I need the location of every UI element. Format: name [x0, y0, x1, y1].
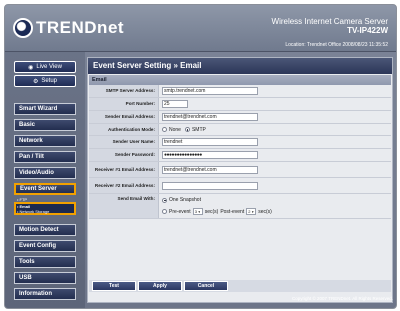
row-sender-user: Sender User Name: trendnet — [89, 136, 391, 149]
sidebar-item-motion-detect[interactable]: Motion Detect — [14, 224, 76, 236]
pre-post-event-option: Pre-event 3 ▼ sec(s) Post-event 2 ▼ sec(… — [162, 208, 272, 215]
smtp-server-cell: smtp.trendnet.com — [162, 85, 391, 97]
product-info: Wireless Internet Camera Server TV-IP422… — [272, 17, 388, 35]
send-email-with-label: Send Email With: — [89, 194, 159, 218]
sub-item-network-storage[interactable]: • Network Storage — [17, 209, 49, 214]
one-snapshot-option: One Snapshot — [162, 197, 201, 203]
sidebar-item-video-audio[interactable]: Video/Audio — [14, 167, 76, 179]
test-button[interactable]: Test — [92, 281, 136, 291]
auth-mode-label: Authentication Mode: — [89, 124, 159, 135]
post-event-value: 2 — [248, 209, 251, 214]
sender-email-label: Sender Email Address: — [89, 111, 159, 123]
chevron-down-icon: ▼ — [251, 209, 255, 214]
product-title: Wireless Internet Camera Server — [271, 17, 388, 26]
pre-event-value: 3 — [194, 209, 197, 214]
port-label: Port Number: — [89, 98, 159, 110]
trendnet-logo: TRENDnet — [13, 17, 124, 39]
receiver-1-input[interactable]: trendnet@trendnet.com — [162, 165, 258, 174]
one-snapshot-radio[interactable] — [162, 197, 167, 203]
row-sender-password: Sender Password: ●●●●●●●●●●●●●●● — [89, 149, 391, 162]
section-header-email: Email — [89, 75, 391, 85]
pre-event-label: Pre-event — [169, 208, 191, 215]
chevron-down-icon: ▼ — [197, 209, 201, 214]
smtp-server-input[interactable]: smtp.trendnet.com — [162, 87, 258, 95]
sender-user-input[interactable]: trendnet — [162, 138, 258, 146]
auth-none-label: None — [169, 126, 181, 133]
sender-email-cell: trendnet@trendnet.com — [162, 111, 391, 123]
gear-icon: ⚙ — [32, 78, 39, 85]
pre-event-unit: sec(s) — [204, 208, 219, 215]
live-view-button[interactable]: ◉ Live View — [14, 61, 76, 73]
location-time: Location: Trendnet Office 2008/08/23 11:… — [285, 42, 388, 48]
row-receiver-2: Receiver #2 Email Address: — [89, 178, 391, 194]
mode-buttons: ◉ Live View ⚙ Setup — [14, 61, 76, 91]
button-bar: Test Apply Cancel — [89, 280, 391, 292]
row-smtp-server: SMTP Server Address: smtp.trendnet.com — [89, 85, 391, 98]
copyright-text: Copyright © 2007 TRENDnet. All Rights Re… — [291, 296, 393, 301]
setup-button[interactable]: ⚙ Setup — [14, 75, 76, 87]
sender-password-cell: ●●●●●●●●●●●●●●● — [162, 149, 391, 161]
receiver-2-cell — [162, 178, 391, 193]
post-event-select[interactable]: 2 ▼ — [246, 208, 257, 215]
sidebar-item-information[interactable]: Information — [14, 288, 76, 300]
trendnet-logo-icon — [13, 18, 33, 38]
product-model: TV-IP422W — [347, 26, 388, 35]
auth-smtp-radio[interactable] — [184, 127, 190, 132]
page-title: Event Server Setting » Email — [88, 58, 392, 74]
sidebar-item-event-config[interactable]: Event Config — [14, 240, 76, 252]
receiver-1-label: Receiver #1 Email Address: — [89, 162, 159, 177]
setup-label: Setup — [41, 78, 58, 84]
sidebar-item-basic[interactable]: Basic — [14, 119, 76, 131]
auth-smtp-label: SMTP — [191, 126, 206, 133]
live-view-label: Live View — [36, 64, 62, 70]
auth-none-radio[interactable] — [162, 127, 167, 132]
sidebar-item-event-server[interactable]: Event Server — [14, 183, 76, 195]
one-snapshot-label: One Snapshot — [169, 197, 201, 203]
post-event-label: Post-event — [220, 208, 245, 215]
brand-name: TRENDnet — [36, 18, 125, 37]
eye-icon: ◉ — [28, 64, 34, 71]
sender-email-input[interactable]: trendnet@trendnet.com — [162, 113, 258, 121]
app-frame: TRENDnet Wireless Internet Camera Server… — [4, 4, 397, 309]
row-sender-email: Sender Email Address: trendnet@trendnet.… — [89, 111, 391, 124]
row-send-email-with: Send Email With: One Snapshot Pre-event … — [89, 194, 391, 219]
row-port: Port Number: 25 — [89, 98, 391, 111]
cancel-button[interactable]: Cancel — [184, 281, 228, 291]
send-email-with-cell: One Snapshot Pre-event 3 ▼ sec(s) Post-e… — [162, 194, 391, 218]
sidebar-item-smart-wizard[interactable]: Smart Wizard — [14, 103, 76, 115]
smtp-server-label: SMTP Server Address: — [89, 85, 159, 97]
sender-password-label: Sender Password: — [89, 149, 159, 161]
sender-user-cell: trendnet — [162, 136, 391, 148]
sender-user-label: Sender User Name: — [89, 136, 159, 148]
receiver-1-cell: trendnet@trendnet.com — [162, 162, 391, 177]
header: TRENDnet Wireless Internet Camera Server… — [5, 5, 396, 52]
sidebar-item-tools[interactable]: Tools — [14, 256, 76, 268]
sidebar: ◉ Live View ⚙ Setup Smart Wizard Basic N… — [5, 52, 85, 308]
apply-button[interactable]: Apply — [138, 281, 182, 291]
sender-password-input[interactable]: ●●●●●●●●●●●●●●● — [162, 151, 258, 159]
receiver-2-label: Receiver #2 Email Address: — [89, 178, 159, 193]
pre-post-event-radio[interactable] — [162, 209, 167, 214]
row-auth-mode: Authentication Mode: None SMTP — [89, 124, 391, 136]
sidebar-item-network[interactable]: Network — [14, 135, 76, 147]
row-receiver-1: Receiver #1 Email Address: trendnet@tren… — [89, 162, 391, 178]
receiver-2-input[interactable] — [162, 181, 258, 190]
post-event-unit: sec(s) — [258, 208, 272, 215]
port-input[interactable]: 25 — [162, 100, 188, 108]
port-cell: 25 — [162, 98, 391, 110]
sidebar-item-pan-tilt[interactable]: Pan / Tilt — [14, 151, 76, 163]
sidebar-item-usb[interactable]: USB — [14, 272, 76, 284]
pre-event-select[interactable]: 3 ▼ — [192, 208, 203, 215]
main-content: Event Server Setting » Email Email SMTP … — [87, 57, 393, 303]
auth-mode-cell: None SMTP — [162, 124, 391, 135]
